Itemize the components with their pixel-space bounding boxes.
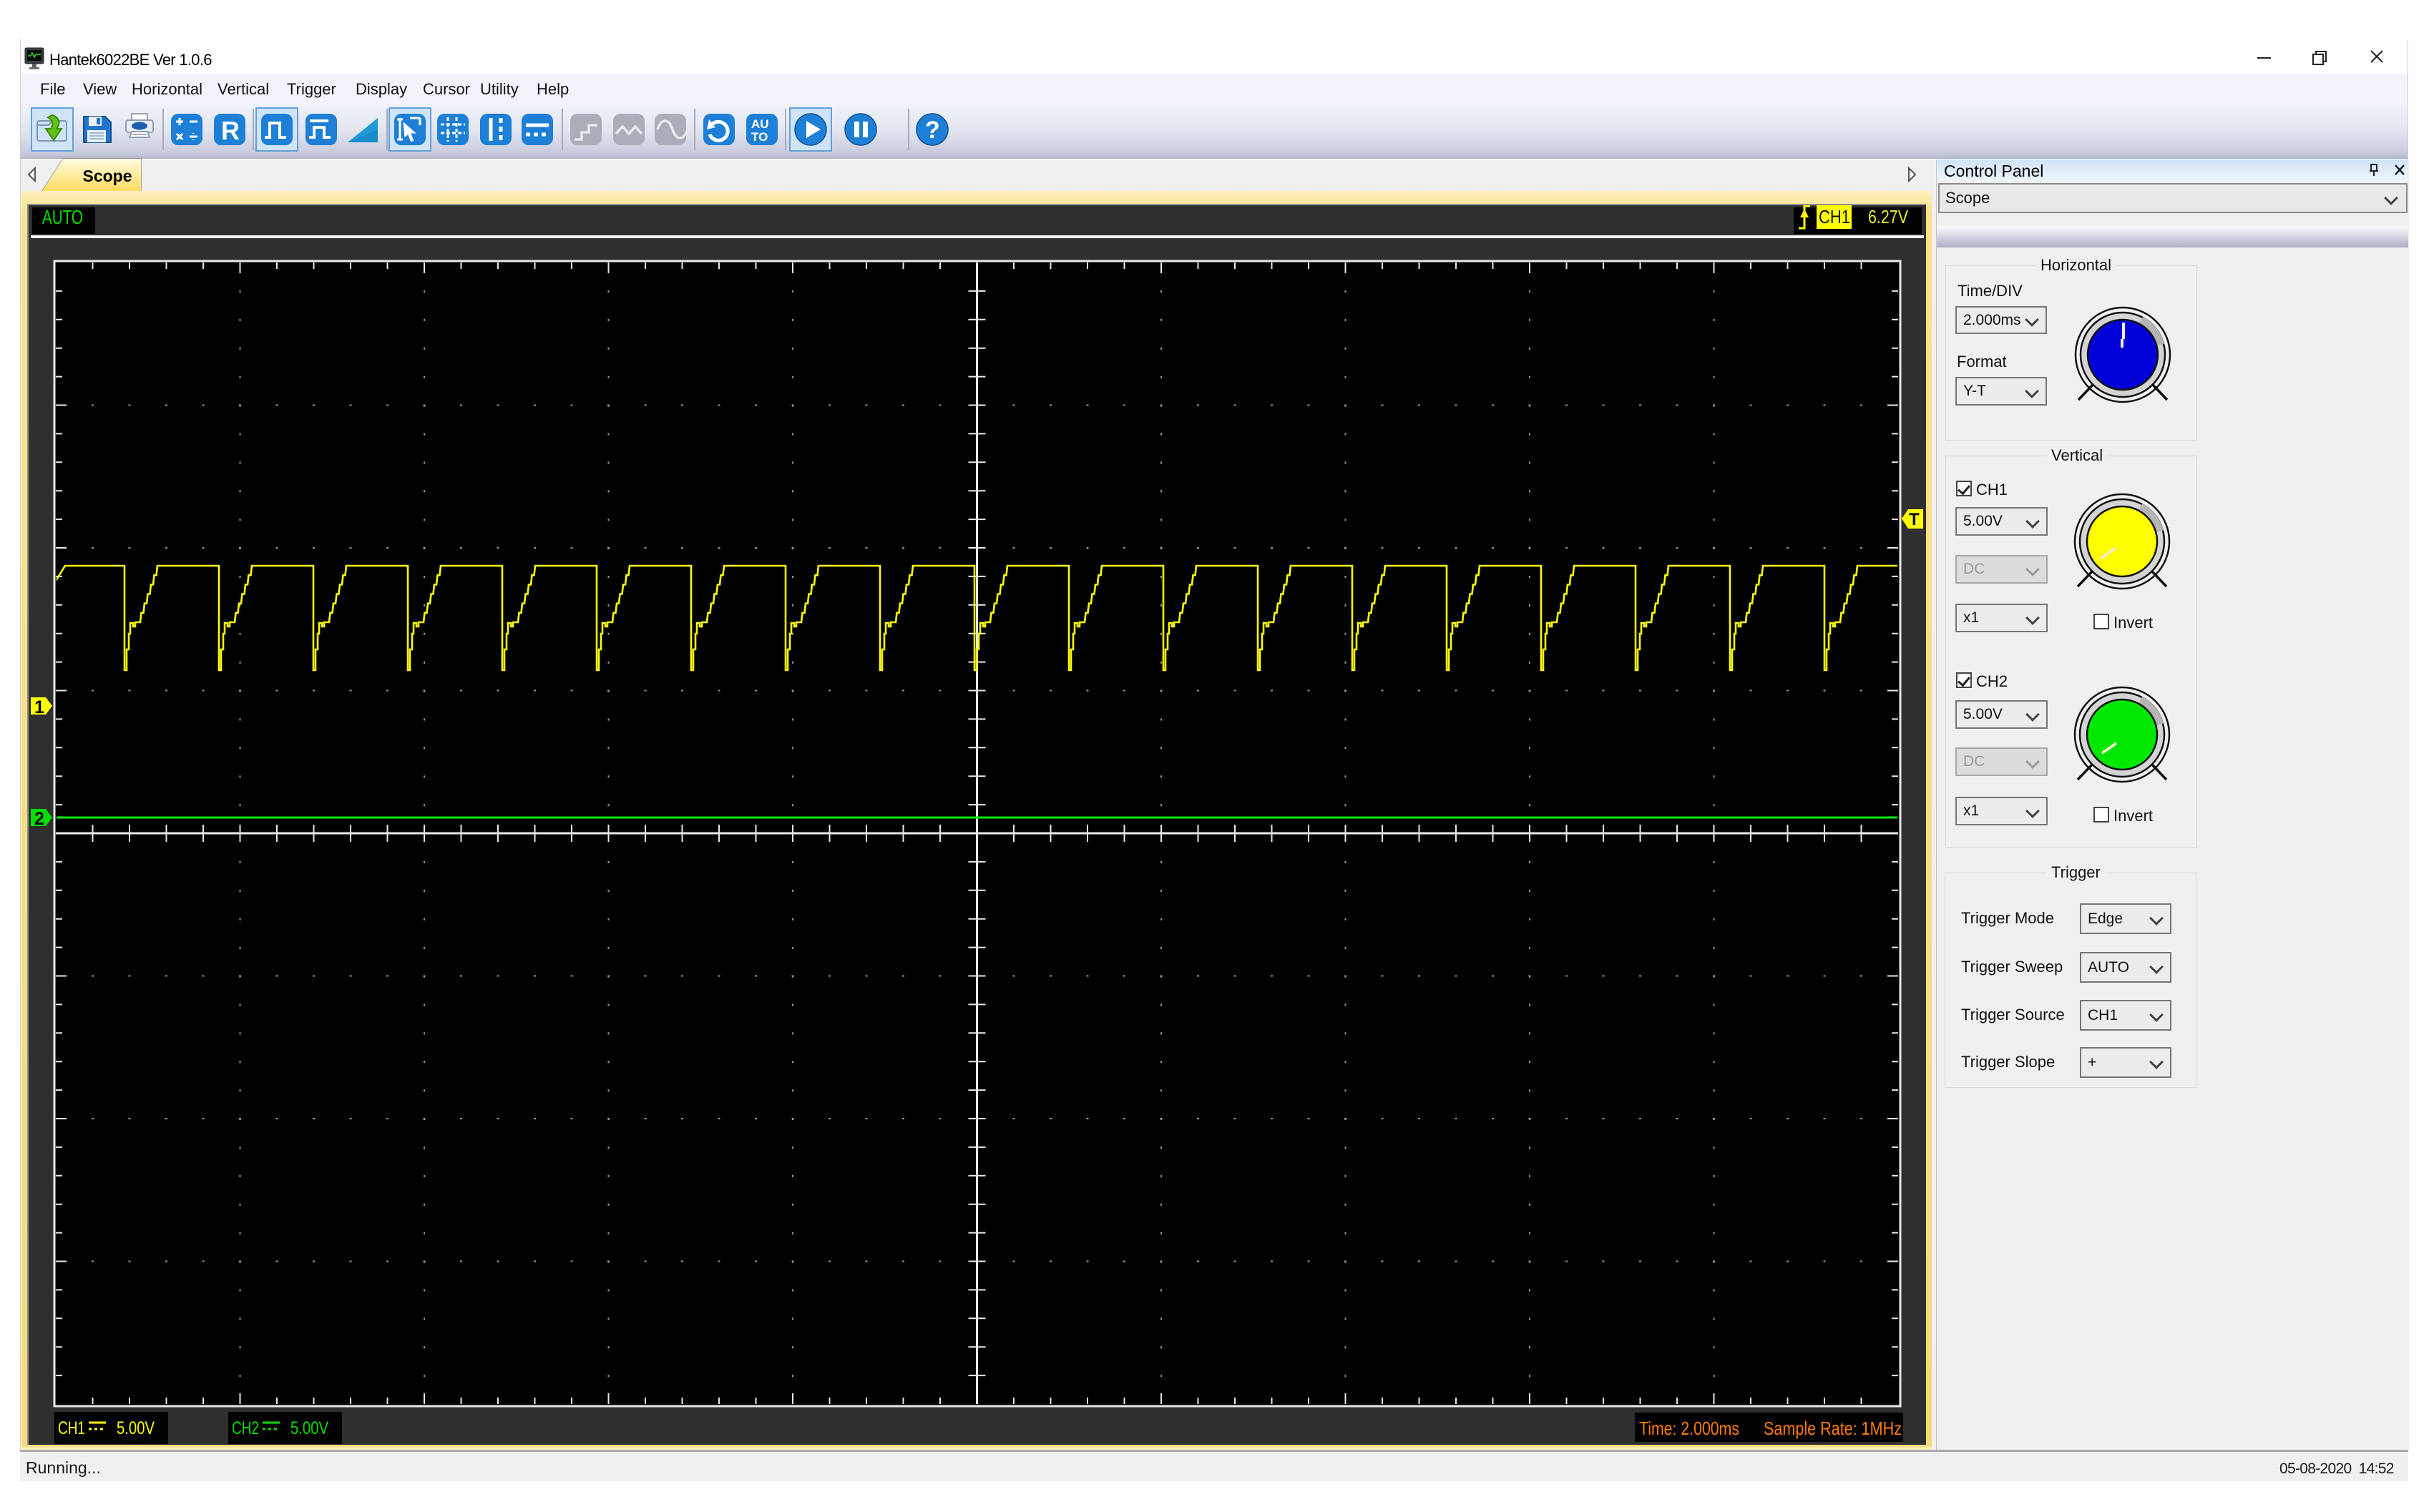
svg-text:CH2: CH2	[232, 1418, 259, 1438]
svg-text:2: 2	[34, 809, 44, 829]
svg-text:Scope: Scope	[82, 167, 132, 185]
svg-text:AUTO: AUTO	[42, 206, 83, 228]
svg-text:R: R	[221, 116, 240, 145]
svg-text:?: ?	[925, 117, 940, 144]
svg-text:AU: AU	[751, 117, 769, 131]
svg-text:5.00V: 5.00V	[117, 1418, 155, 1438]
svg-text:6.27V: 6.27V	[1868, 206, 1909, 227]
svg-text:Time: 2.000ms: Time: 2.000ms	[1639, 1418, 1739, 1439]
svg-text:1: 1	[34, 697, 44, 717]
svg-text:Sample Rate: 1MHz: Sample Rate: 1MHz	[1764, 1418, 1902, 1439]
svg-text:5.00V: 5.00V	[290, 1418, 328, 1438]
svg-text:T: T	[1909, 510, 1920, 529]
svg-text:CH1: CH1	[58, 1418, 85, 1438]
svg-text:CH1: CH1	[1819, 206, 1850, 227]
svg-text:TO: TO	[751, 130, 768, 144]
